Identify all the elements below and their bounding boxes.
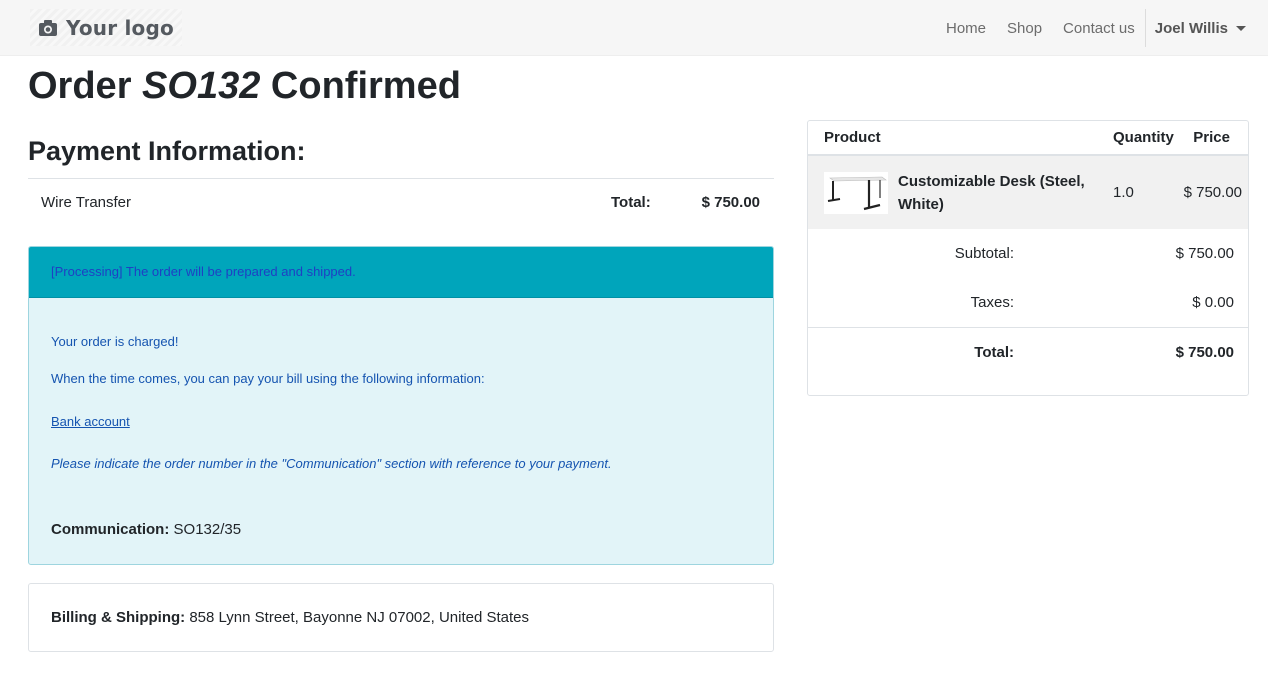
payment-total-value: $ 750.00 — [701, 194, 760, 211]
charged-message: Your order is charged! — [51, 334, 179, 349]
communication-label: Communication: — [51, 521, 170, 538]
taxes-value: $ 0.00 — [1192, 294, 1234, 311]
page-title: Order SO132 Confirmed — [28, 65, 461, 108]
nav-link-contact[interactable]: Contact us — [1063, 20, 1135, 37]
logo[interactable]: Your logo — [30, 9, 182, 46]
communication-note: Please indicate the order number in the … — [51, 456, 612, 471]
product-name[interactable]: Customizable Desk (Steel, White) — [898, 170, 1098, 216]
nav-menu: Home Shop Contact us Joel Willis — [925, 0, 1246, 56]
payment-status-card: [Processing] The order will be prepared … — [28, 246, 774, 565]
status-card-header: [Processing] The order will be prepared … — [29, 247, 773, 298]
top-navbar: Your logo Home Shop Contact us Joel Will… — [0, 0, 1268, 56]
address-label: Billing & Shipping: — [51, 609, 186, 626]
user-name: Joel Willis — [1154, 19, 1228, 37]
desk-image — [827, 176, 887, 211]
total-value: $ 750.00 — [1175, 344, 1234, 361]
communication-value: SO132/35 — [173, 521, 242, 538]
address-card: Billing & Shipping: 858 Lynn Street, Bay… — [28, 583, 774, 652]
subtotal-label: Subtotal: — [954, 245, 1014, 262]
nav-divider — [1144, 9, 1146, 47]
status-message: [Processing] The order will be prepared … — [51, 264, 356, 279]
title-prefix: Order — [28, 65, 132, 107]
bank-account-link[interactable]: Bank account — [51, 414, 130, 429]
address-line: Billing & Shipping: 858 Lynn Street, Bay… — [51, 609, 529, 626]
title-suffix: Confirmed — [270, 65, 461, 107]
product-quantity: 1.0 — [1113, 184, 1134, 201]
payment-method: Wire Transfer — [41, 194, 132, 211]
table-row: Customizable Desk (Steel, White) 1.0 $ 7… — [808, 156, 1248, 229]
nav-link-shop[interactable]: Shop — [1007, 20, 1042, 37]
nav-link-home[interactable]: Home — [946, 20, 986, 37]
communication-line: Communication: SO132/35 — [51, 521, 241, 538]
logo-text: Your logo — [66, 15, 174, 40]
total-divider — [808, 327, 1248, 328]
chevron-down-icon — [1236, 25, 1246, 31]
product-price: $ 750.00 — [1183, 184, 1242, 201]
column-header-price: Price — [1193, 129, 1230, 146]
camera-icon — [39, 19, 57, 36]
user-menu-dropdown[interactable]: Joel Willis — [1155, 20, 1246, 37]
pay-info-message: When the time comes, you can pay your bi… — [51, 371, 485, 386]
payment-total-label: Total: — [611, 194, 651, 211]
taxes-label: Taxes: — [970, 294, 1014, 311]
total-label: Total: — [974, 344, 1014, 361]
order-summary-card: Product Quantity Price Customizable Desk… — [807, 120, 1249, 396]
product-image[interactable] — [824, 172, 888, 214]
payment-heading: Payment Information: — [28, 136, 306, 166]
divider — [28, 178, 774, 179]
column-header-quantity: Quantity — [1113, 129, 1174, 146]
order-number: SO132 — [142, 65, 261, 107]
subtotal-value: $ 750.00 — [1175, 245, 1234, 262]
column-header-product: Product — [824, 129, 881, 146]
address-value: 858 Lynn Street, Bayonne NJ 07002, Unite… — [189, 609, 529, 626]
